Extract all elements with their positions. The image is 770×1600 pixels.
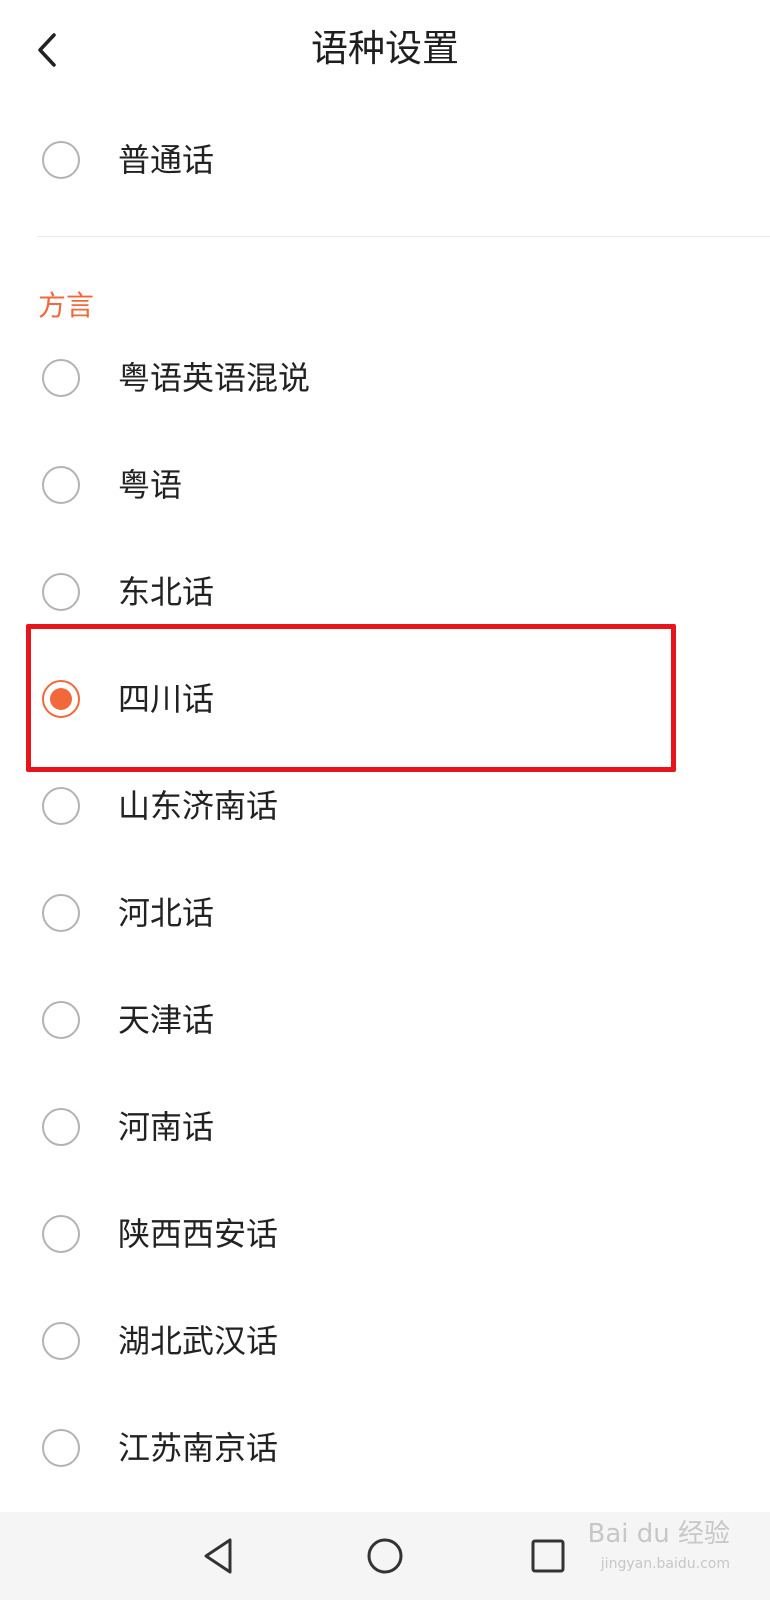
option-label: 东北话 (118, 573, 215, 611)
radio-button[interactable] (42, 1429, 80, 1467)
dialect-option[interactable]: 粤语英语混说 (0, 332, 770, 428)
radio-button[interactable] (42, 1322, 80, 1360)
option-label: 普通话 (118, 141, 215, 179)
dialect-option[interactable]: 粤语 (0, 439, 770, 535)
square-recents-icon (531, 1539, 565, 1573)
option-label: 河北话 (118, 894, 215, 932)
option-label: 山东济南话 (118, 787, 279, 825)
dialect-option[interactable]: 天津话 (0, 974, 770, 1070)
radio-button[interactable] (42, 573, 80, 611)
dialect-option[interactable]: 河南话 (0, 1081, 770, 1177)
nav-home-button[interactable] (355, 1526, 415, 1586)
option-mandarin[interactable]: 普通话 (0, 114, 770, 210)
radio-button[interactable] (42, 359, 80, 397)
option-label: 粤语英语混说 (118, 359, 311, 397)
highlight-annotation-box (26, 624, 676, 772)
dialect-option[interactable]: 江苏南京话 (0, 1402, 770, 1498)
option-label: 粤语 (118, 466, 183, 504)
radio-button[interactable] (42, 894, 80, 932)
app-header: 语种设置 (0, 0, 770, 100)
watermark-url: jingyan.baidu.com (600, 1556, 730, 1572)
option-label: 河南话 (118, 1108, 215, 1146)
radio-button[interactable] (42, 1108, 80, 1146)
option-label: 天津话 (118, 1001, 215, 1039)
section-divider (38, 236, 770, 237)
radio-button[interactable] (42, 1215, 80, 1253)
option-label: 陕西西安话 (118, 1215, 279, 1253)
option-label: 江苏南京话 (118, 1429, 279, 1467)
radio-button[interactable] (42, 141, 80, 179)
page-title: 语种设置 (311, 27, 459, 70)
circle-home-icon (367, 1538, 403, 1574)
radio-button[interactable] (42, 1001, 80, 1039)
section-title-dialect: 方言 (38, 289, 95, 322)
radio-button[interactable] (42, 466, 80, 504)
dialect-option[interactable]: 湖北武汉话 (0, 1295, 770, 1391)
radio-button[interactable] (42, 787, 80, 825)
option-label: 湖北武汉话 (118, 1322, 279, 1360)
dialect-option[interactable]: 陕西西安话 (0, 1188, 770, 1284)
triangle-back-icon (204, 1538, 232, 1574)
nav-recents-button[interactable] (518, 1526, 578, 1586)
nav-back-button[interactable] (190, 1526, 250, 1586)
dialect-option[interactable]: 河北话 (0, 867, 770, 963)
watermark-text: Bai du 经验 (587, 1519, 730, 1549)
dialect-option[interactable]: 山东济南话 (0, 760, 770, 856)
